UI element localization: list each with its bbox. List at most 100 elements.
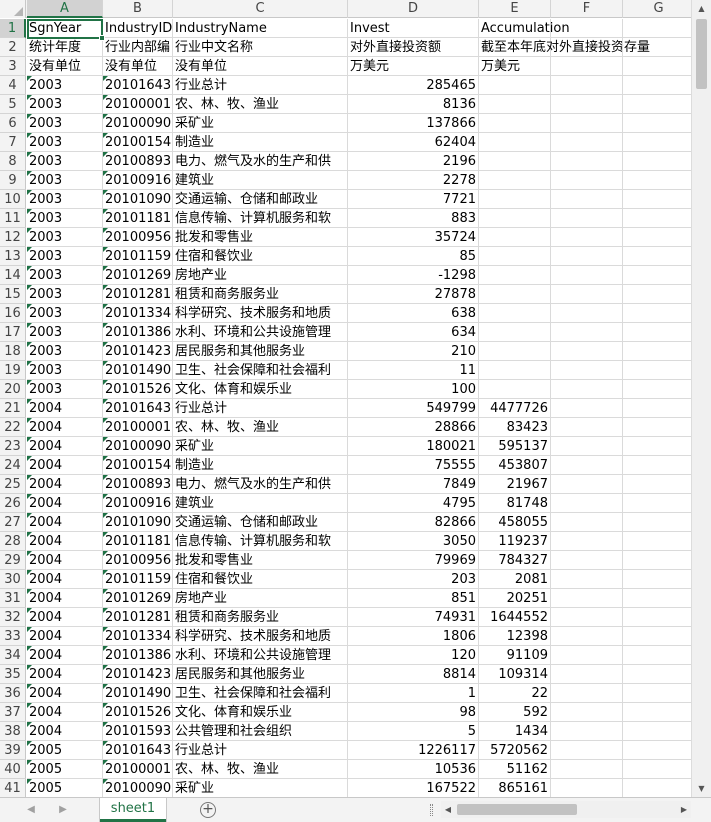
cell-c[interactable]: 农、林、牧、渔业 bbox=[173, 95, 348, 114]
cell-a[interactable]: 2004 bbox=[27, 608, 103, 627]
cell-a[interactable]: SgnYear bbox=[27, 19, 103, 38]
row-header[interactable]: 2 bbox=[0, 38, 26, 57]
cell-a[interactable]: 2004 bbox=[27, 551, 103, 570]
cell-e[interactable]: 截至本年底对外直接投资存量 bbox=[479, 38, 650, 57]
cell-b[interactable]: 20101643 bbox=[103, 741, 173, 760]
cell-e[interactable]: 784327 bbox=[479, 551, 551, 570]
cell-g[interactable] bbox=[623, 133, 691, 152]
cell-f[interactable] bbox=[551, 722, 623, 741]
cell-c[interactable]: 建筑业 bbox=[173, 171, 348, 190]
cell-g[interactable] bbox=[623, 532, 691, 551]
cell-c[interactable]: 没有单位 bbox=[173, 57, 348, 76]
cell-g[interactable] bbox=[623, 665, 691, 684]
select-all-corner[interactable] bbox=[0, 0, 26, 18]
cell-e[interactable]: 4477726 bbox=[479, 399, 551, 418]
cell-c[interactable]: 科学研究、技术服务和地质 bbox=[173, 304, 348, 323]
cell-b[interactable]: 20100916 bbox=[103, 171, 173, 190]
row-header[interactable]: 4 bbox=[0, 76, 26, 95]
cell-g[interactable] bbox=[623, 703, 691, 722]
cell-a[interactable]: 2005 bbox=[27, 779, 103, 797]
cell-e[interactable] bbox=[479, 76, 551, 95]
cell-g[interactable] bbox=[623, 95, 691, 114]
cell-c[interactable]: 建筑业 bbox=[173, 494, 348, 513]
cell-d[interactable]: 137866 bbox=[348, 114, 479, 133]
cell-d[interactable]: 100 bbox=[348, 380, 479, 399]
cell-b[interactable]: 20101423 bbox=[103, 342, 173, 361]
row-header[interactable]: 10 bbox=[0, 190, 26, 209]
cell-a[interactable]: 2003 bbox=[27, 133, 103, 152]
cell-g[interactable] bbox=[623, 551, 691, 570]
cell-b[interactable]: IndustryID bbox=[103, 19, 173, 38]
cell-c[interactable]: 行业总计 bbox=[173, 399, 348, 418]
cell-f[interactable] bbox=[551, 437, 623, 456]
cell-g[interactable] bbox=[623, 76, 691, 95]
cell-c[interactable]: 农、林、牧、渔业 bbox=[173, 760, 348, 779]
horizontal-scrollbar[interactable]: ◀ ▶ bbox=[441, 801, 691, 818]
cell-g[interactable] bbox=[623, 741, 691, 760]
cell-g[interactable] bbox=[623, 190, 691, 209]
cell-d[interactable]: 8814 bbox=[348, 665, 479, 684]
cell-d[interactable]: 28866 bbox=[348, 418, 479, 437]
column-header-f[interactable]: F bbox=[551, 0, 623, 18]
row-header[interactable]: 3 bbox=[0, 57, 26, 76]
row-header[interactable]: 41 bbox=[0, 779, 26, 797]
cell-e[interactable] bbox=[479, 190, 551, 209]
row-header[interactable]: 13 bbox=[0, 247, 26, 266]
cell-g[interactable] bbox=[623, 171, 691, 190]
cell-e[interactable] bbox=[479, 323, 551, 342]
cell-b[interactable]: 20101269 bbox=[103, 266, 173, 285]
cell-a[interactable]: 2004 bbox=[27, 589, 103, 608]
cell-d[interactable]: 1226117 bbox=[348, 741, 479, 760]
cell-c[interactable]: 文化、体育和娱乐业 bbox=[173, 380, 348, 399]
cell-e[interactable]: 453807 bbox=[479, 456, 551, 475]
row-header[interactable]: 14 bbox=[0, 266, 26, 285]
row-header[interactable]: 18 bbox=[0, 342, 26, 361]
row-header[interactable]: 25 bbox=[0, 475, 26, 494]
cell-a[interactable]: 2003 bbox=[27, 76, 103, 95]
row-header[interactable]: 40 bbox=[0, 760, 26, 779]
cell-c[interactable]: 采矿业 bbox=[173, 779, 348, 797]
cell-c[interactable]: 房地产业 bbox=[173, 266, 348, 285]
cell-c[interactable]: 科学研究、技术服务和地质 bbox=[173, 627, 348, 646]
cell-c[interactable]: 批发和零售业 bbox=[173, 551, 348, 570]
cell-a[interactable]: 2003 bbox=[27, 342, 103, 361]
cell-b[interactable]: 20101386 bbox=[103, 323, 173, 342]
cell-b[interactable]: 20100090 bbox=[103, 114, 173, 133]
horizontal-scroll-thumb[interactable] bbox=[457, 804, 577, 815]
cell-f[interactable] bbox=[551, 247, 623, 266]
cell-a[interactable]: 2003 bbox=[27, 190, 103, 209]
row-header[interactable]: 29 bbox=[0, 551, 26, 570]
cell-f[interactable] bbox=[551, 475, 623, 494]
cell-f[interactable] bbox=[551, 532, 623, 551]
cell-a[interactable]: 2004 bbox=[27, 722, 103, 741]
cell-g[interactable] bbox=[623, 779, 691, 797]
row-header[interactable]: 39 bbox=[0, 741, 26, 760]
cell-b[interactable]: 20100090 bbox=[103, 437, 173, 456]
cell-a[interactable]: 统计年度 bbox=[27, 38, 103, 57]
cell-d[interactable]: 对外直接投资额 bbox=[348, 38, 479, 57]
row-header[interactable]: 20 bbox=[0, 380, 26, 399]
cell-e[interactable] bbox=[479, 380, 551, 399]
cell-a[interactable]: 2003 bbox=[27, 285, 103, 304]
cell-g[interactable] bbox=[623, 760, 691, 779]
cell-a[interactable]: 2003 bbox=[27, 171, 103, 190]
cell-b[interactable]: 20101526 bbox=[103, 703, 173, 722]
cell-a[interactable]: 2003 bbox=[27, 380, 103, 399]
cell-e[interactable] bbox=[479, 95, 551, 114]
cell-e[interactable]: 119237 bbox=[479, 532, 551, 551]
cell-b[interactable]: 20101526 bbox=[103, 380, 173, 399]
cell-g[interactable] bbox=[623, 456, 691, 475]
cell-c[interactable]: 居民服务和其他服务业 bbox=[173, 342, 348, 361]
vertical-scrollbar[interactable]: ▲ ▼ bbox=[691, 0, 711, 797]
cell-g[interactable] bbox=[623, 494, 691, 513]
row-header[interactable]: 34 bbox=[0, 646, 26, 665]
cell-d[interactable]: 180021 bbox=[348, 437, 479, 456]
row-header[interactable]: 19 bbox=[0, 361, 26, 380]
cell-c[interactable]: 农、林、牧、渔业 bbox=[173, 418, 348, 437]
cell-c[interactable]: 公共管理和社会组织 bbox=[173, 722, 348, 741]
cell-g[interactable] bbox=[623, 342, 691, 361]
cell-f[interactable] bbox=[551, 19, 623, 38]
cell-a[interactable]: 2004 bbox=[27, 475, 103, 494]
cell-a[interactable]: 2003 bbox=[27, 95, 103, 114]
cell-g[interactable] bbox=[623, 209, 691, 228]
